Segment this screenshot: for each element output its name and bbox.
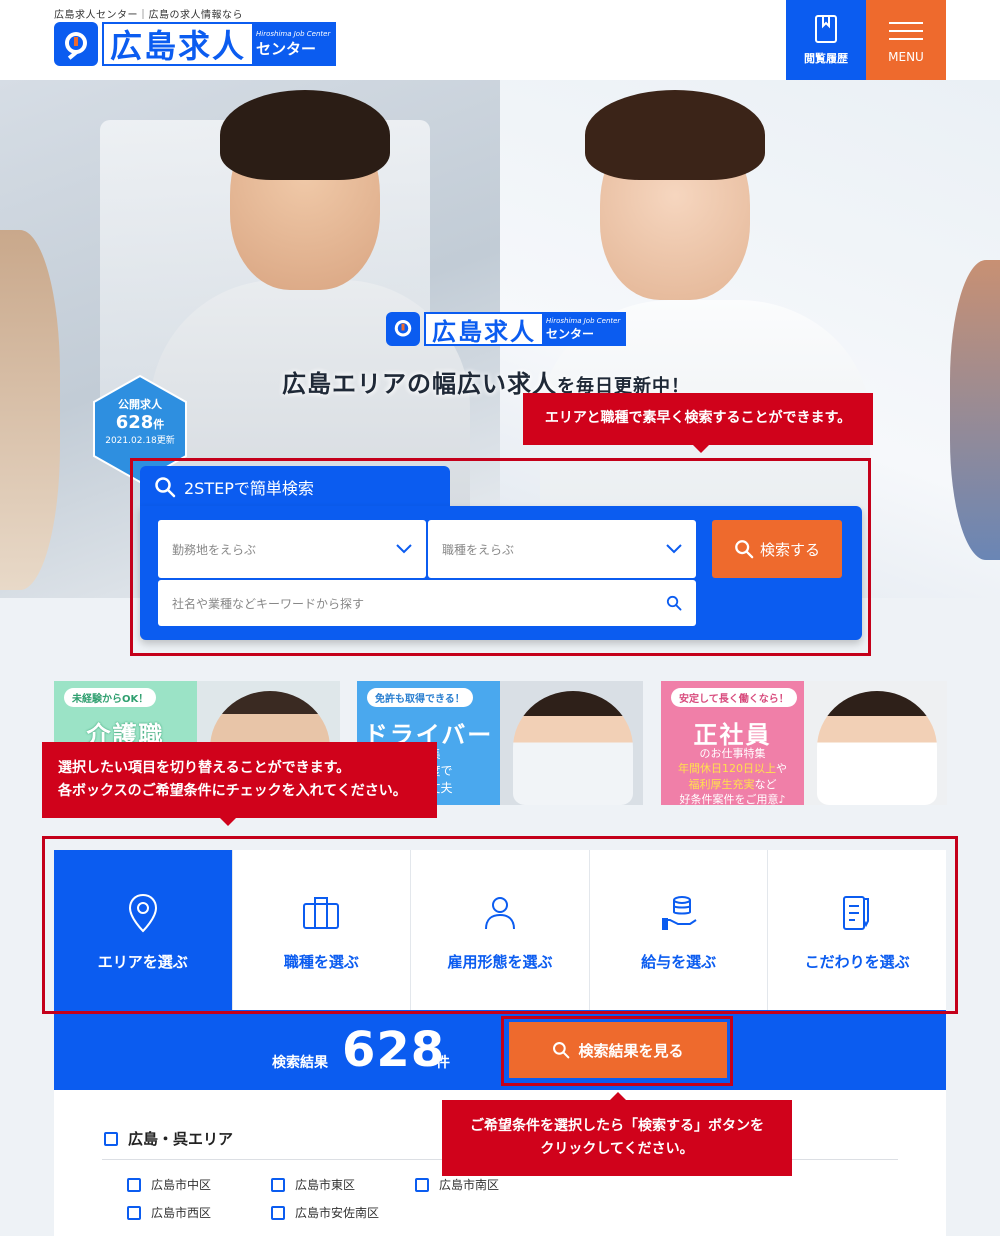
- callout-switch-tabs: 選択したい項目を切り替えることができます。各ボックスのご希望条件にチェックを入れ…: [42, 742, 437, 826]
- results-bar: 検索結果 628 件 検索結果を見る: [54, 1010, 946, 1090]
- history-label: 閲覧履歴: [804, 52, 848, 65]
- area-item-higashi[interactable]: 広島市東区: [271, 1176, 355, 1193]
- banner-fulltime-title: 正社員: [693, 721, 772, 749]
- highlight-frame-results-button: [501, 1016, 733, 1086]
- logo-mark-icon: [54, 22, 98, 66]
- area-item-minami[interactable]: 広島市南区: [415, 1176, 499, 1193]
- banner-fulltime-sub2a: 年間休日120日以上: [678, 762, 776, 776]
- hero-catch-main: 広島エリアの幅広い求人: [282, 370, 557, 398]
- banner-fulltime-sub3b: など: [754, 777, 777, 791]
- hero-logo-center: センター: [546, 326, 595, 341]
- badge-count: 628: [115, 412, 154, 433]
- badge-count-wrap: 628件: [90, 412, 190, 433]
- hero-logo-sub: Hiroshima Job Center センター: [542, 314, 625, 344]
- site-tagline: 広島求人センター｜広島の求人情報なら: [54, 10, 243, 21]
- banner-driver-tag: 免許も取得できる！: [367, 688, 473, 707]
- results-label: 検索結果: [272, 1055, 328, 1071]
- banner-fulltime-sub4: 好条件案件をご用意♪: [679, 793, 786, 805]
- checkbox[interactable]: [271, 1205, 285, 1220]
- badge-count-unit: 件: [153, 418, 165, 431]
- results-unit: 件: [436, 1055, 450, 1071]
- site-logo[interactable]: 広島求人 Hiroshima Job Center センター: [54, 22, 337, 66]
- hero-person-right-edge: [950, 260, 1000, 560]
- area-item-label: 広島市安佐南区: [295, 1206, 380, 1220]
- hamburger-icon: [889, 16, 923, 46]
- menu-button[interactable]: MENU: [866, 0, 946, 80]
- hero-person-left-edge: [0, 230, 60, 590]
- banner-fulltime[interactable]: 安定して長く働くなら！ 正社員 のお仕事特集 年間休日120日以上や 福利厚生充…: [661, 681, 947, 805]
- checkbox[interactable]: [271, 1177, 285, 1192]
- callout-switch-line2: 各ボックスのご希望条件にチェックを入れてください。: [58, 783, 407, 799]
- checkbox[interactable]: [127, 1177, 141, 1192]
- logo-sub: Hiroshima Job Center センター: [252, 24, 335, 64]
- banner-fulltime-sub2: 年間休日120日以上や: [661, 761, 804, 776]
- area-item-label: 広島市東区: [295, 1178, 356, 1192]
- callout-click-search: ご希望条件を選択したら「検索する」ボタンを クリックしてください。: [442, 1092, 792, 1176]
- highlight-frame-search: [130, 458, 871, 656]
- callout-switch-line1: 選択したい項目を切り替えることができます。: [58, 759, 351, 776]
- area-item-asaminami[interactable]: 広島市安佐南区: [271, 1204, 379, 1221]
- banner-fulltime-tag: 安定して長く働くなら！: [671, 688, 797, 707]
- banner-care-tag: 未経験からOK！: [64, 688, 157, 707]
- banner-fulltime-photo: [817, 691, 937, 805]
- banner-driver-photo: [513, 691, 633, 805]
- area-item-naka[interactable]: 広島市中区: [127, 1176, 211, 1193]
- hero-logo: 広島求人 Hiroshima Job Center センター: [386, 312, 627, 346]
- checkbox[interactable]: [415, 1177, 429, 1192]
- area-group-label: 広島・呉エリア: [128, 1130, 234, 1148]
- logo-wordmark: 広島求人 Hiroshima Job Center センター: [102, 22, 337, 66]
- checkbox[interactable]: [104, 1131, 118, 1146]
- hero-logo-kanji: 広島求人: [432, 317, 536, 346]
- banner-fulltime-sub3a: 福利厚生充実: [688, 777, 755, 791]
- area-item-label: 広島市南区: [439, 1178, 500, 1192]
- badge-date: 2021.02.18更新: [105, 436, 175, 446]
- logo-center: センター: [256, 39, 317, 58]
- banner-fulltime-sub2b: や: [776, 762, 787, 776]
- area-item-nishi[interactable]: 広島市西区: [127, 1204, 211, 1221]
- area-item-label: 広島市西区: [151, 1206, 212, 1220]
- checkbox[interactable]: [127, 1205, 141, 1220]
- site-header: 広島求人センター｜広島の求人情報なら 広島求人 Hiroshima Job Ce…: [0, 0, 1000, 80]
- logo-english: Hiroshima Job Center: [256, 29, 331, 38]
- hero-logo-english: Hiroshima Job Center: [546, 316, 621, 325]
- hero-logo-wordmark: 広島求人 Hiroshima Job Center センター: [424, 312, 627, 346]
- callout-quick-search: エリアと職種で素早く検索することができます。: [523, 393, 873, 453]
- banner-fulltime-sub3: 福利厚生充実など: [661, 777, 804, 792]
- highlight-frame-categories: [42, 836, 958, 1014]
- badge-label: 公開求人: [118, 398, 162, 411]
- results-count: 628: [342, 1022, 446, 1078]
- callout-click-line1: ご希望条件を選択したら「検索する」ボタンを: [470, 1117, 764, 1134]
- book-icon: [815, 15, 837, 43]
- callout-click-line2: クリックしてください。: [540, 1141, 694, 1157]
- area-item-label: 広島市中区: [151, 1178, 212, 1192]
- hero-person-woman-hair: [585, 90, 765, 180]
- hero-person-man-hair: [220, 90, 390, 180]
- banner-fulltime-sub: のお仕事特集 年間休日120日以上や 福利厚生充実など 好条件案件をご用意♪: [661, 746, 804, 805]
- logo-kanji: 広島求人: [110, 27, 247, 65]
- area-group-hiroshima-kure[interactable]: 広島・呉エリア: [104, 1128, 233, 1149]
- hero-logo-mark-icon: [386, 312, 420, 346]
- banner-fulltime-sub1: のお仕事特集: [699, 747, 766, 760]
- menu-label: MENU: [888, 50, 924, 64]
- history-button[interactable]: 閲覧履歴: [786, 0, 866, 80]
